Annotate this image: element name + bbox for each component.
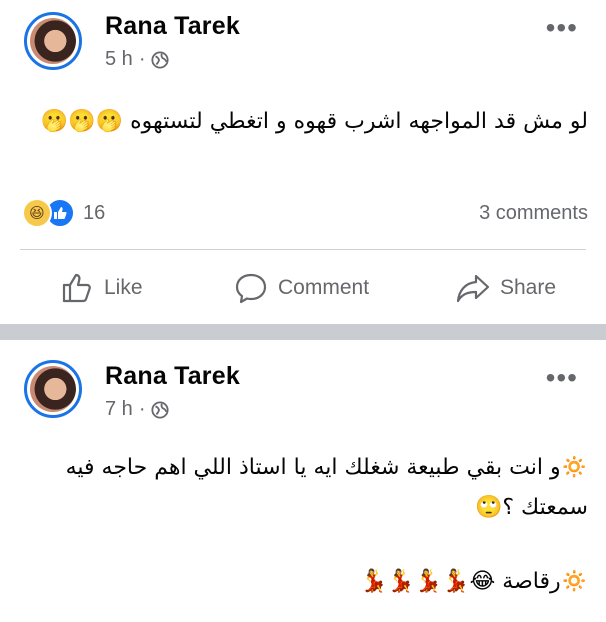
post-meta: 5 h · bbox=[105, 48, 170, 71]
reaction-count: 16 bbox=[83, 201, 106, 224]
globe-icon bbox=[151, 400, 170, 419]
post-card: Rana Tarek 5 h · ••• لو مش قد المواجهه ا… bbox=[0, 0, 606, 324]
post-text-line: 🔅و انت بقي طبيعة شغلك ايه يا استاذ اللي … bbox=[65, 455, 588, 520]
haha-icon: 😆 bbox=[22, 198, 52, 228]
comment-label: Comment bbox=[278, 276, 370, 299]
comments-count-link[interactable]: 3 comments bbox=[479, 202, 588, 225]
comment-icon bbox=[235, 273, 267, 304]
more-options-button[interactable]: ••• bbox=[546, 364, 578, 392]
profile-photo bbox=[30, 18, 76, 64]
profile-photo bbox=[30, 366, 76, 412]
avatar[interactable] bbox=[24, 360, 82, 418]
post-text-line: 🔅رقاصة 😂💃💃💃💃 bbox=[360, 569, 588, 594]
post-time[interactable]: 7 h bbox=[105, 398, 133, 421]
divider bbox=[20, 249, 586, 250]
reactions-summary[interactable]: 😆 16 bbox=[22, 198, 105, 228]
post-time[interactable]: 5 h bbox=[105, 48, 133, 71]
post-actions: Like Comment Share bbox=[0, 264, 606, 312]
author-name[interactable]: Rana Tarek bbox=[105, 12, 240, 41]
author-name[interactable]: Rana Tarek bbox=[105, 362, 240, 391]
comment-button[interactable]: Comment bbox=[234, 264, 369, 312]
like-button[interactable]: Like bbox=[60, 264, 143, 312]
avatar[interactable] bbox=[24, 12, 82, 70]
share-icon bbox=[456, 274, 490, 303]
like-label: Like bbox=[104, 276, 143, 299]
feed-separator bbox=[0, 324, 606, 340]
meta-separator: · bbox=[138, 48, 146, 70]
share-button[interactable]: Share bbox=[456, 264, 556, 312]
meta-separator: · bbox=[138, 398, 146, 420]
share-label: Share bbox=[500, 276, 557, 299]
post-card: Rana Tarek 7 h · ••• 🔅و انت بقي طبيعة شغ… bbox=[0, 340, 606, 622]
post-meta: 7 h · bbox=[105, 398, 170, 421]
thumbs-up-icon bbox=[62, 273, 91, 303]
post-text: لو مش قد المواجهه اشرب قهوه و اتغطي لتست… bbox=[40, 109, 588, 134]
globe-icon bbox=[151, 50, 170, 69]
more-options-button[interactable]: ••• bbox=[546, 14, 578, 42]
